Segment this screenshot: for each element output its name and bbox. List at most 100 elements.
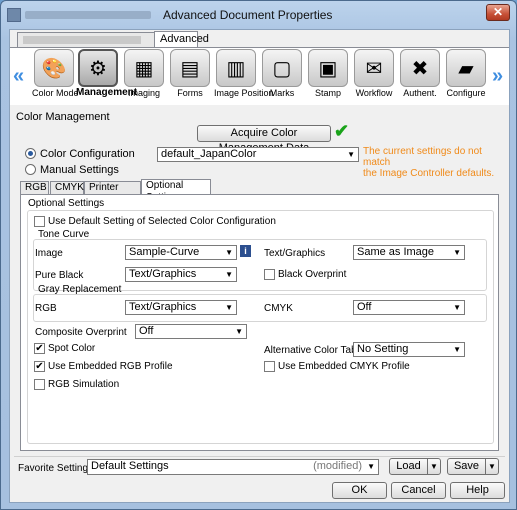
workflow-icon: ✉	[354, 49, 394, 87]
rgb-simulation-checkbox[interactable]	[34, 379, 45, 390]
color-configuration-radio[interactable]	[25, 148, 36, 159]
ribbon-forms[interactable]: ▤ Forms	[168, 49, 212, 98]
ribbon-stamp[interactable]: ▣ Stamp	[306, 49, 350, 98]
ribbon-image-position[interactable]: ▥ Image Position	[214, 49, 274, 98]
ribbon-label: Authent.	[403, 88, 437, 98]
use-default-label: Use Default Setting of Selected Color Co…	[48, 216, 276, 227]
ribbon-configure[interactable]: ▰ Configure	[444, 49, 488, 98]
management-icon: ⚙	[78, 49, 118, 87]
title-blurred-text	[25, 11, 151, 19]
ribbon-management[interactable]: ⚙ Management	[76, 49, 138, 98]
tab-printer-profile[interactable]: Printer Profile	[84, 181, 141, 205]
image-label: Image	[35, 248, 63, 259]
use-embedded-rgb-label: Use Embedded RGB Profile	[48, 361, 173, 372]
ribbon-right-arrow-icon[interactable]: »	[492, 65, 503, 88]
ribbon-left-arrow-icon[interactable]: «	[13, 65, 24, 88]
ribbon-label: Stamp	[314, 88, 341, 98]
ribbon-marks[interactable]: ▢ Marks	[260, 49, 304, 98]
ribbon-label: Imaging	[127, 88, 161, 98]
chevron-down-icon[interactable]: ▼	[427, 459, 440, 474]
black-overprint-checkbox[interactable]	[264, 269, 275, 280]
ribbon-label: Color Mode	[32, 88, 79, 98]
alt-color-table-select[interactable]: No Setting ▼	[353, 342, 465, 357]
rgb-label: RGB	[35, 303, 57, 314]
chevron-down-icon: ▼	[225, 248, 233, 257]
chevron-down-icon: ▼	[235, 327, 243, 336]
title-bar: Advanced Document Properties ✕	[1, 1, 516, 29]
text-graphics-label: Text/Graphics	[264, 248, 326, 259]
chevron-down-icon: ▼	[453, 345, 461, 354]
chevron-down-icon: ▼	[225, 270, 233, 279]
spot-color-label: Spot Color	[48, 343, 96, 354]
ribbon-label: Forms	[177, 88, 203, 98]
pure-black-select[interactable]: Text/Graphics ▼	[125, 267, 237, 282]
acquire-color-management-button[interactable]: Acquire Color Management Data	[197, 125, 331, 154]
color-configuration-label: Color Configuration	[40, 148, 135, 160]
ribbon-label: Image Position	[214, 88, 274, 98]
tab-optional-settings[interactable]: Optional Settings	[141, 179, 211, 203]
configure-icon: ▰	[446, 49, 486, 87]
cmyk-label: CMYK	[264, 303, 293, 314]
tab-advanced[interactable]: Advanced	[154, 31, 209, 48]
ribbon-authentication[interactable]: ✖ Authent.	[398, 49, 442, 98]
ok-button[interactable]: OK	[332, 482, 387, 499]
spot-color-checkbox[interactable]: ✔	[34, 343, 45, 354]
chevron-down-icon: ▼	[347, 150, 355, 159]
favorite-setting-select[interactable]: Default Settings (modified) ▼	[87, 459, 379, 475]
manual-settings-label: Manual Settings	[40, 164, 119, 176]
close-button[interactable]: ✕	[486, 4, 510, 21]
black-overprint-label: Black Overprint	[278, 269, 347, 280]
ribbon-label: Management	[76, 87, 138, 98]
color-mode-icon: 🎨	[34, 49, 74, 87]
dialog-client: Advanced « » 🎨 Color Mode ⚙ Management ▦…	[9, 29, 510, 503]
chevron-down-icon: ▼	[453, 303, 461, 312]
cmyk-gray-replacement-select[interactable]: Off ▼	[353, 300, 465, 315]
rgb-gray-replacement-select[interactable]: Text/Graphics ▼	[125, 300, 237, 315]
composite-overprint-select[interactable]: Off ▼	[135, 324, 247, 339]
tab-blurred[interactable]	[17, 32, 155, 47]
imaging-icon: ▦	[124, 49, 164, 87]
settings-warning: The current settings do not match the Ima…	[363, 146, 495, 179]
ribbon: « » 🎨 Color Mode ⚙ Management ▦ Imaging …	[10, 47, 509, 105]
optional-settings-heading: Optional Settings	[28, 198, 105, 209]
cancel-button[interactable]: Cancel	[391, 482, 446, 499]
tab-cmyk[interactable]: CMYK	[50, 181, 84, 195]
forms-icon: ▤	[170, 49, 210, 87]
ribbon-color-mode[interactable]: 🎨 Color Mode	[32, 49, 79, 98]
use-default-checkbox[interactable]	[34, 216, 45, 227]
image-tone-curve-select[interactable]: Sample-Curve ▼	[125, 245, 237, 260]
info-icon[interactable]: i	[240, 245, 251, 257]
save-split-button[interactable]: Save ▼	[447, 458, 499, 475]
chevron-down-icon: ▼	[367, 462, 375, 471]
alt-color-table-label: Alternative Color Table	[264, 345, 365, 356]
modified-indicator: (modified)	[313, 460, 362, 472]
help-button[interactable]: Help	[450, 482, 505, 499]
text-graphics-select[interactable]: Same as Image ▼	[353, 245, 465, 260]
footer-divider	[14, 456, 505, 457]
load-split-button[interactable]: Load ▼	[389, 458, 441, 475]
color-configuration-select[interactable]: default_JapanColor ▼	[157, 147, 359, 162]
ribbon-imaging[interactable]: ▦ Imaging	[122, 49, 166, 98]
save-button[interactable]: Save	[448, 459, 485, 474]
stamp-icon: ▣	[308, 49, 348, 87]
chevron-down-icon: ▼	[453, 248, 461, 257]
manual-settings-radio[interactable]	[25, 164, 36, 175]
use-embedded-rgb-checkbox[interactable]: ✔	[34, 361, 45, 372]
app-icon	[7, 8, 21, 22]
check-icon: ✔	[334, 121, 350, 141]
advanced-document-properties-window: Advanced Document Properties ✕ Advanced …	[0, 0, 517, 510]
authentication-icon: ✖	[400, 49, 440, 87]
chevron-down-icon: ▼	[225, 303, 233, 312]
image-position-icon: ▥	[216, 49, 256, 87]
color-management-heading: Color Management	[16, 111, 110, 123]
favorite-setting-label: Favorite Setting	[18, 463, 89, 474]
use-embedded-cmyk-checkbox[interactable]	[264, 361, 275, 372]
ribbon-label: Configure	[446, 88, 486, 98]
load-button[interactable]: Load	[390, 459, 427, 474]
ribbon-workflow[interactable]: ✉ Workflow	[352, 49, 396, 98]
window-title: Advanced Document Properties	[163, 8, 333, 22]
chevron-down-icon[interactable]: ▼	[485, 459, 498, 474]
ribbon-label: Marks	[269, 88, 295, 98]
tab-rgb[interactable]: RGB	[20, 181, 49, 195]
ribbon-label: Workflow	[355, 88, 393, 98]
